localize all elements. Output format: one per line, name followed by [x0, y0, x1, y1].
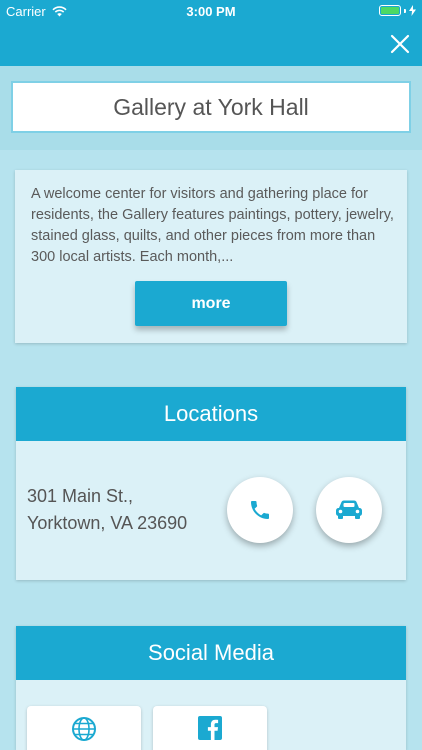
- description-text: A welcome center for visitors and gather…: [31, 186, 394, 265]
- website-tile[interactable]: [27, 706, 141, 750]
- call-button[interactable]: [227, 477, 293, 543]
- charging-bolt-icon: [409, 5, 416, 16]
- social-media-header: Social Media: [16, 626, 406, 680]
- address: 301 Main St., Yorktown, VA 23690: [27, 483, 187, 537]
- close-icon: [390, 34, 410, 54]
- address-line-2: Yorktown, VA 23690: [27, 513, 188, 533]
- battery-icon: [379, 5, 416, 16]
- facebook-tile[interactable]: [153, 706, 267, 750]
- locations-header: Locations: [16, 387, 406, 441]
- directions-button[interactable]: [316, 477, 382, 543]
- page-title: Gallery at York Hall: [11, 81, 411, 133]
- status-time: 3:00 PM: [186, 4, 236, 19]
- phone-icon: [251, 501, 269, 519]
- nav-bar: [0, 22, 422, 66]
- globe-icon: [72, 717, 96, 741]
- close-button[interactable]: [388, 32, 412, 56]
- locations-card: Locations 301 Main St., Yorktown, VA 236…: [16, 387, 406, 580]
- facebook-icon: [198, 716, 222, 740]
- status-bar: Carrier 3:00 PM: [0, 0, 422, 22]
- more-button[interactable]: more: [135, 281, 287, 326]
- address-line-1: 301 Main St.,: [27, 486, 134, 506]
- car-icon: [336, 500, 362, 519]
- social-media-card: Social Media: [16, 626, 406, 750]
- description-card: A welcome center for visitors and gather…: [15, 170, 407, 343]
